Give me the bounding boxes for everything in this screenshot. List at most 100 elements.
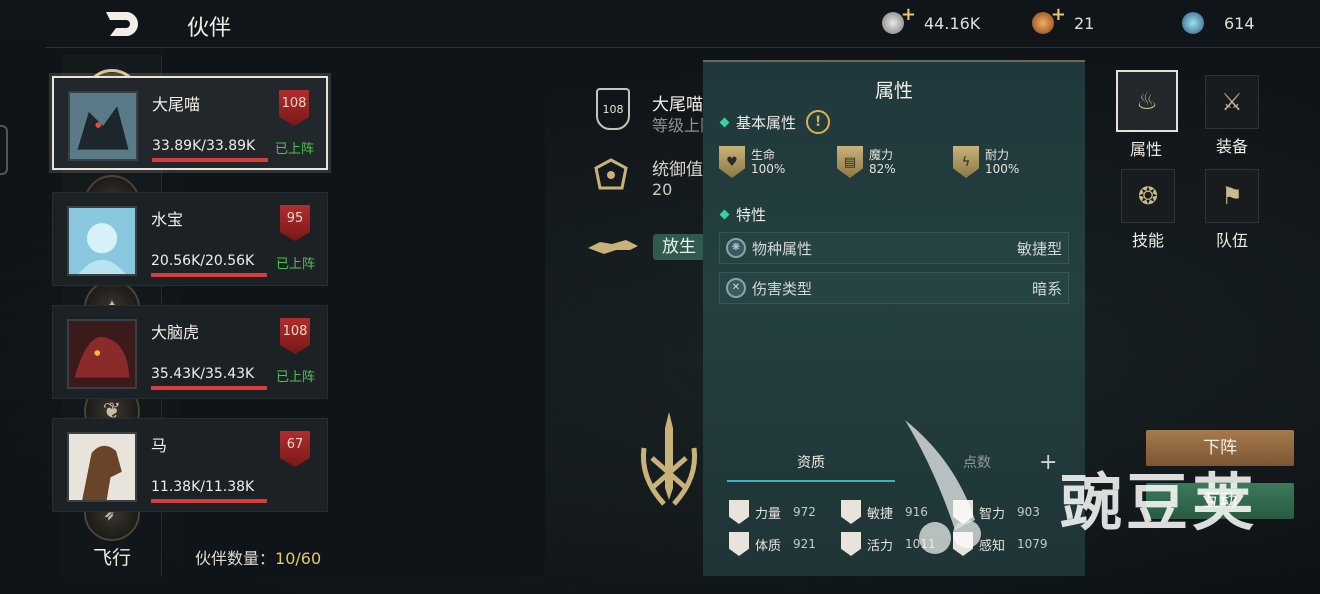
tab-attributes[interactable]: ♨ 属性: [1116, 70, 1178, 160]
section-title: 特性: [736, 206, 767, 224]
trait-species: ❋ 物种属性 敏捷型: [719, 232, 1069, 264]
basic-stat-stamina: ϟ 耐力 100%: [953, 146, 1019, 178]
stat-value: 1079: [1017, 537, 1048, 551]
stat-label: 魔力: [869, 148, 894, 162]
crossed-swords-icon: ⚔: [1205, 75, 1259, 129]
currency-gold[interactable]: + 21: [1032, 4, 1095, 34]
deploy-status: 已上阵: [275, 370, 315, 385]
detail-level-shield: 108: [596, 88, 630, 130]
partner-portrait: [67, 319, 137, 389]
stat-value: 100%: [751, 162, 786, 176]
basic-stat-hp: ♥ 生命 100%: [719, 146, 785, 178]
partner-hp: 35.43K/35.43K: [151, 366, 255, 382]
gem-orb-icon: [1182, 12, 1204, 34]
leadership-icon: [594, 158, 628, 190]
trait-label: 伤害类型: [752, 279, 813, 298]
tab-label: 属性: [1129, 140, 1162, 159]
level-badge: 67: [280, 431, 310, 467]
constitution-icon: [729, 532, 749, 556]
skill-icon: ❂: [1121, 169, 1175, 223]
level-badge: 108: [279, 90, 309, 126]
sword-laurel-emblem-icon: [640, 412, 698, 506]
strength-icon: [729, 500, 749, 524]
hp-bar-fill: [151, 386, 267, 390]
attribute-title: 属性: [874, 80, 913, 102]
stat-value: 972: [793, 505, 816, 519]
level-badge: 95: [280, 205, 310, 241]
agility-icon: [841, 500, 861, 524]
trait-damage-type: ✕ 伤害类型 暗系: [719, 272, 1069, 304]
stat-value: 903: [1017, 505, 1040, 519]
hp-bar-fill: [151, 499, 267, 503]
tab-label: 技能: [1131, 231, 1164, 250]
tab-label: 队伍: [1215, 231, 1248, 250]
category-label: 飞行: [92, 547, 131, 569]
silver-amount: 44.16K: [924, 13, 981, 33]
currency-silver[interactable]: + 44.16K: [882, 4, 981, 34]
basic-stat-mana: ▤ 魔力 82%: [837, 146, 896, 178]
partner-card[interactable]: 大脑虎 108 35.43K/35.43K 已上阵: [52, 305, 328, 399]
partner-count: 伙伴数量：10/60: [195, 545, 321, 569]
partner-portrait: [67, 206, 137, 276]
currency-gem: 614: [1182, 12, 1255, 34]
hp-bar: [152, 158, 268, 162]
stat-strength: 力量 972: [729, 500, 816, 524]
diamond-bullet-icon: [719, 209, 730, 220]
level-badge: 108: [280, 318, 310, 354]
diamond-bullet-icon: [719, 117, 730, 127]
page-title: 伙伴: [187, 16, 232, 41]
basic-attributes-heading: 基本属性 !: [719, 110, 831, 134]
stat-label: 体质: [755, 538, 782, 554]
attribute-panel: 属性 基本属性 ! ♥ 生命 100% ▤ 魔力 82% ϟ 耐力 100% 特性 ❋…: [703, 60, 1085, 576]
paw-icon: ❋: [726, 238, 746, 258]
release-button[interactable]: 放生: [653, 234, 705, 260]
partner-hp: 33.89K/33.89K: [152, 138, 256, 154]
tab-aptitude[interactable]: 资质: [727, 452, 895, 482]
info-alert-icon[interactable]: !: [806, 110, 831, 134]
flag-icon: ⚑: [1205, 169, 1259, 223]
gold-medal-icon: +: [1032, 4, 1066, 34]
partner-name: 大脑虎: [151, 323, 200, 342]
stamina-icon: ϟ: [953, 146, 979, 178]
partner-hp: 11.38K/11.38K: [151, 479, 255, 495]
stat-label: 耐力: [985, 148, 1010, 162]
gold-amount: 21: [1074, 13, 1095, 33]
tab-team[interactable]: ⚑ 队伍: [1202, 169, 1262, 251]
back-icon[interactable]: [100, 8, 144, 40]
traits-heading: 特性: [719, 204, 767, 225]
partner-name: 水宝: [151, 210, 184, 229]
gem-amount: 614: [1224, 13, 1255, 33]
section-title: 基本属性: [736, 113, 797, 132]
silver-coin-icon: +: [882, 4, 916, 34]
partner-portrait: [68, 91, 138, 161]
heart-icon: ♥: [719, 146, 745, 178]
partner-card[interactable]: 马 67 11.38K/11.38K: [52, 418, 328, 512]
side-handle[interactable]: [0, 125, 8, 175]
leadership-value: 20: [652, 180, 673, 199]
stat-label: 力量: [755, 506, 782, 522]
hp-bar: [151, 273, 267, 277]
plus-icon[interactable]: +: [1039, 450, 1057, 475]
hp-bar-fill: [151, 273, 267, 277]
partner-count-value: 10/60: [275, 549, 322, 568]
deploy-status: 已上阵: [274, 142, 314, 157]
trait-label: 物种属性: [752, 239, 813, 258]
partner-name: 马: [151, 436, 168, 455]
stat-value: 100%: [985, 162, 1020, 176]
tab-skills[interactable]: ❂ 技能: [1118, 169, 1178, 251]
watermark-text: 豌豆荚: [1060, 466, 1259, 539]
partner-count-label: 伙伴数量：: [195, 549, 276, 568]
partner-card[interactable]: 水宝 95 20.56K/20.56K 已上阵: [52, 192, 328, 286]
stat-value: 82%: [869, 162, 896, 176]
deploy-status: 已上阵: [275, 257, 315, 272]
partner-hp: 20.56K/20.56K: [151, 253, 255, 269]
wolf-icon: [588, 240, 638, 254]
stat-constitution: 体质 921: [729, 532, 816, 556]
tab-equipment[interactable]: ⚔ 装备: [1202, 75, 1262, 157]
stat-label: 敏捷: [867, 506, 894, 522]
partner-card[interactable]: 大尾喵 108 33.89K/33.89K 已上阵: [52, 76, 328, 170]
trait-value: 敏捷型: [1016, 239, 1062, 258]
leadership-label: 统御值: [652, 160, 703, 180]
hp-bar: [151, 386, 267, 390]
hp-bar: [151, 499, 267, 503]
